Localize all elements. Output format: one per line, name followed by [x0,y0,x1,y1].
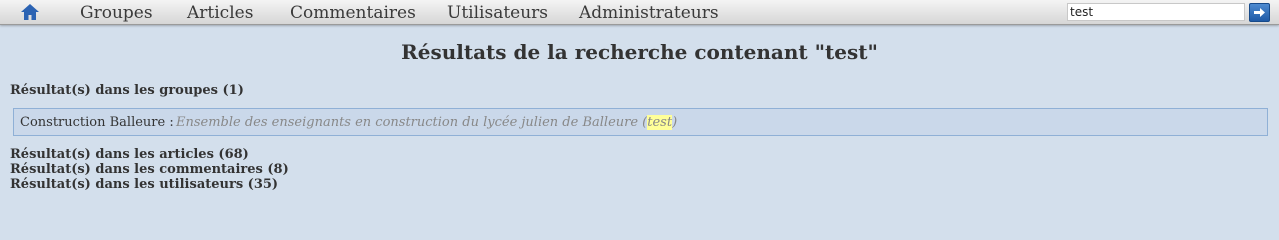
page-title: Résultats de la recherche contenant "tes… [401,40,878,64]
nav-item-commentaires[interactable]: Commentaires [290,3,416,23]
description-end: ) [672,115,678,130]
description-text: Ensemble des enseignants en construction… [176,115,648,130]
arrow-right-icon [1254,8,1265,17]
section-title-comments: Résultat(s) dans les commentaires (8) [10,162,289,177]
section-title-users: Résultat(s) dans les utilisateurs (35) [10,177,279,192]
section-title-articles: Résultat(s) dans les articles (68) [10,147,249,162]
home-icon[interactable] [20,3,40,21]
nav-item-utilisateurs[interactable]: Utilisateurs [447,3,548,23]
group-result-link[interactable]: Construction Balleure : [20,115,178,130]
top-navbar: Groupes Articles Commentaires Utilisateu… [0,0,1279,25]
nav-item-articles[interactable]: Articles [187,3,253,23]
search-input[interactable] [1067,3,1245,21]
nav-item-administrateurs[interactable]: Administrateurs [579,3,719,23]
nav-item-groupes[interactable]: Groupes [80,3,153,23]
group-result-description: Ensemble des enseignants en construction… [176,115,677,130]
group-result-name: Construction Balleure [20,115,166,130]
group-result-item: Construction Balleure : Ensemble des ens… [13,108,1268,136]
search-submit-button[interactable] [1249,3,1270,22]
search-highlight: test [647,115,673,130]
section-title-groups: Résultat(s) dans les groupes (1) [10,83,244,98]
